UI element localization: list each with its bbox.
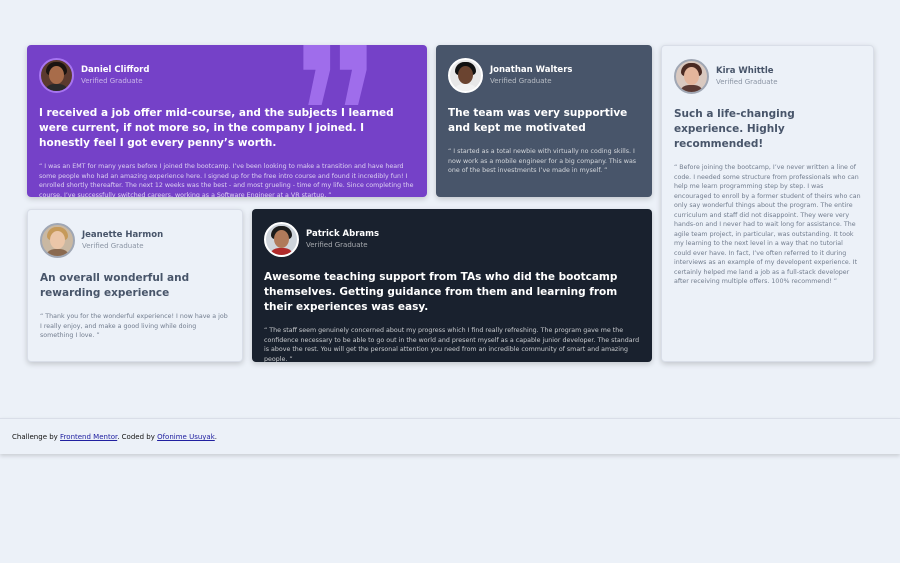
author-role: Verified Graduate [490, 77, 552, 85]
author-role: Verified Graduate [81, 77, 143, 85]
author-name: Jonathan Walters [490, 65, 573, 75]
attribution-footer: Challenge by Frontend Mentor. Coded by O… [0, 418, 900, 454]
footer-prefix: Challenge by [12, 433, 61, 441]
testimonial-body: “ Before joining the bootcamp, I’ve neve… [674, 164, 861, 285]
testimonial-body: “ I was an EMT for many years before I j… [39, 163, 414, 197]
footer-suffix: . [214, 433, 217, 441]
author-role: Verified Graduate [82, 242, 144, 250]
testimonials-grid: Daniel Clifford Verified Graduate I rece… [0, 0, 900, 563]
avatar [264, 222, 299, 257]
testimonial-headline: The team was very supportive and kept me… [448, 107, 628, 134]
testimonial-card-jeanette: Jeanette Harmon Verified Graduate An ove… [27, 209, 243, 362]
testimonial-body: “ I started as a total newbie with virtu… [448, 148, 637, 174]
frontend-mentor-link[interactable]: Frontend Mentor [60, 433, 117, 441]
author-role: Verified Graduate [716, 78, 778, 86]
testimonial-headline: Awesome teaching support from TAs who di… [264, 271, 618, 313]
author-name: Kira Whittle [716, 66, 774, 76]
author-role: Verified Graduate [306, 241, 368, 249]
avatar [448, 58, 483, 93]
author-name: Daniel Clifford [81, 65, 150, 75]
testimonial-body: “ Thank you for the wonderful experience… [40, 313, 228, 339]
testimonial-card-daniel: Daniel Clifford Verified Graduate I rece… [27, 45, 427, 197]
testimonial-headline: An overall wonderful and rewarding exper… [40, 272, 190, 299]
testimonial-headline: I received a job offer mid-course, and t… [39, 107, 394, 149]
author-name: Patrick Abrams [306, 229, 380, 239]
avatar [39, 58, 74, 93]
author-link[interactable]: Ofonime Usuyak [157, 433, 215, 441]
testimonial-card-patrick: Patrick Abrams Verified Graduate Awesome… [252, 209, 652, 362]
testimonial-card-kira: Kira Whittle Verified Graduate Such a li… [661, 45, 874, 362]
testimonial-headline: Such a life-changing experience. Highly … [674, 108, 795, 150]
footer-middle: . Coded by [117, 433, 158, 441]
avatar [40, 223, 75, 258]
author-name: Jeanette Harmon [82, 230, 164, 240]
testimonial-body: “ The staff seem genuinely concerned abo… [264, 327, 640, 362]
avatar [674, 59, 709, 94]
testimonial-card-jonathan: Jonathan Walters Verified Graduate The t… [436, 45, 652, 197]
